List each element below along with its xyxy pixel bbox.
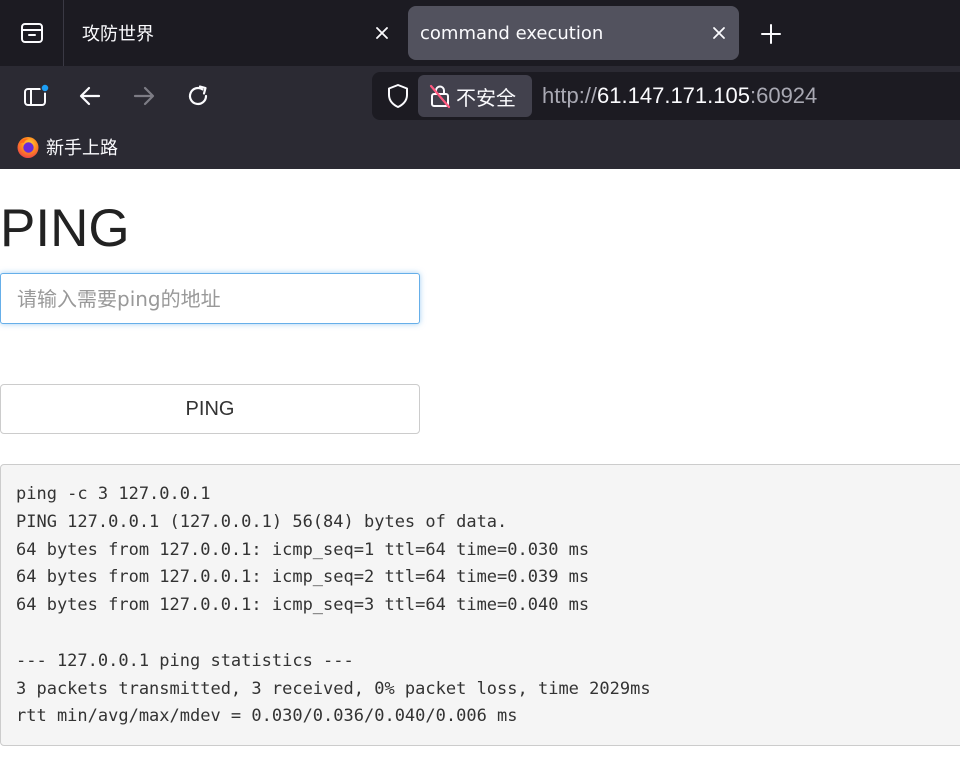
tab-title: 攻防世界 [82,24,154,45]
output-line: 64 bytes from 127.0.0.1: icmp_seq=2 ttl=… [16,567,590,588]
url-port: :60924 [749,83,818,108]
tab-gongfang[interactable]: 攻防世界 [64,6,402,60]
url-text[interactable]: http://61.147.171.105:60924 [542,72,817,120]
lock-insecure-icon [428,83,452,109]
plus-icon [760,23,782,45]
sidebar-icon [22,83,50,109]
tab-overview-button[interactable] [0,0,63,66]
shield-icon [386,83,410,109]
close-icon [375,26,389,40]
url-host: 61.147.171.105 [597,83,750,108]
site-security-button[interactable]: 不安全 [418,75,532,117]
security-label: 不安全 [456,85,516,110]
firefox-icon [16,135,40,159]
output-line: rtt min/avg/max/mdev = 0.030/0.036/0.040… [16,706,518,727]
new-tab-button[interactable] [749,12,793,56]
page-title: PING [0,199,130,258]
output-line: --- 127.0.0.1 ping statistics --- [16,650,354,671]
reload-button[interactable] [176,74,220,118]
output-line: ping -c 3 127.0.0.1 [16,484,211,504]
back-arrow-icon [78,84,102,108]
sidebar-button[interactable] [14,74,58,118]
tab-title: command execution [420,22,604,44]
folder-icon [19,20,45,46]
bookmark-getting-started[interactable]: 新手上路 [16,132,118,162]
tab-command-execution[interactable]: command execution [408,6,739,60]
forward-button[interactable] [122,74,166,118]
tab-close-button[interactable] [699,13,739,53]
ping-button[interactable]: PING [0,384,420,434]
ping-output: ping -c 3 127.0.0.1 PING 127.0.0.1 (127.0… [0,464,960,746]
url-scheme: http:// [542,83,598,108]
output-line: 3 packets transmitted, 3 received, 0% pa… [16,678,651,699]
output-line: PING 127.0.0.1 (127.0.0.1) 56(84) bytes … [16,511,508,532]
tracking-protection-button[interactable] [380,78,416,114]
tab-close-button[interactable] [362,13,402,53]
tab-strip: 攻防世界 command execution [0,0,960,66]
bookmarks-toolbar: 新手上路 [0,126,960,169]
back-button[interactable] [68,74,112,118]
url-bar[interactable]: 不安全 http://61.147.171.105:60924 [372,72,960,120]
bookmark-label: 新手上路 [46,138,118,159]
navigation-toolbar: 不安全 http://61.147.171.105:60924 [0,66,960,126]
ping-address-input[interactable] [0,273,420,324]
forward-arrow-icon [132,84,156,108]
reload-icon [186,84,210,108]
close-icon [712,26,726,40]
output-line: 64 bytes from 127.0.0.1: icmp_seq=3 ttl=… [16,595,590,616]
output-line: 64 bytes from 127.0.0.1: icmp_seq=1 ttl=… [16,539,590,560]
